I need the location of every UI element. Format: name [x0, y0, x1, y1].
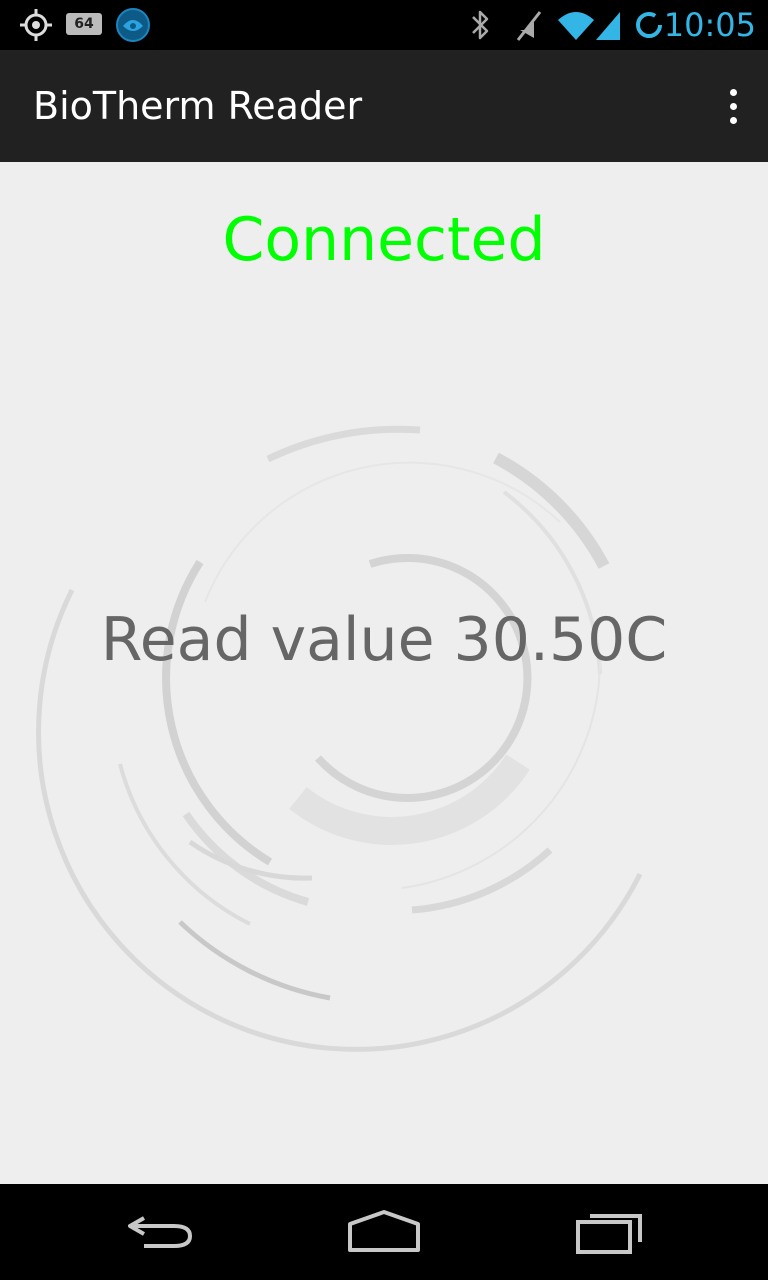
gps-icon	[20, 9, 52, 41]
navigation-bar	[0, 1184, 768, 1280]
status-clock: 10:05	[663, 6, 756, 44]
bluetooth-icon	[472, 10, 489, 40]
connection-status-label: Connected	[222, 205, 546, 275]
battery-badge-label: 64	[74, 16, 94, 32]
sync-icon	[636, 12, 662, 38]
action-bar: BioTherm Reader	[0, 50, 768, 162]
more-vert-icon[interactable]	[716, 76, 750, 136]
wifi-icon	[558, 12, 594, 40]
main-content: Connected Read value 30.50C	[0, 162, 768, 1184]
app-title: BioTherm Reader	[33, 84, 363, 128]
temperature-reading: Read value 30.50C	[100, 605, 668, 675]
cell-signal-icon	[596, 12, 620, 40]
battery-badge-icon: 64	[66, 13, 102, 35]
back-icon[interactable]	[124, 1206, 196, 1258]
connection-status: Connected	[0, 204, 768, 276]
recent-apps-icon[interactable]	[574, 1206, 646, 1258]
app-notification-icon	[116, 8, 150, 42]
home-icon[interactable]	[346, 1206, 422, 1258]
status-bar: 64 10:05	[0, 0, 768, 50]
vibrate-off-icon	[516, 11, 542, 41]
